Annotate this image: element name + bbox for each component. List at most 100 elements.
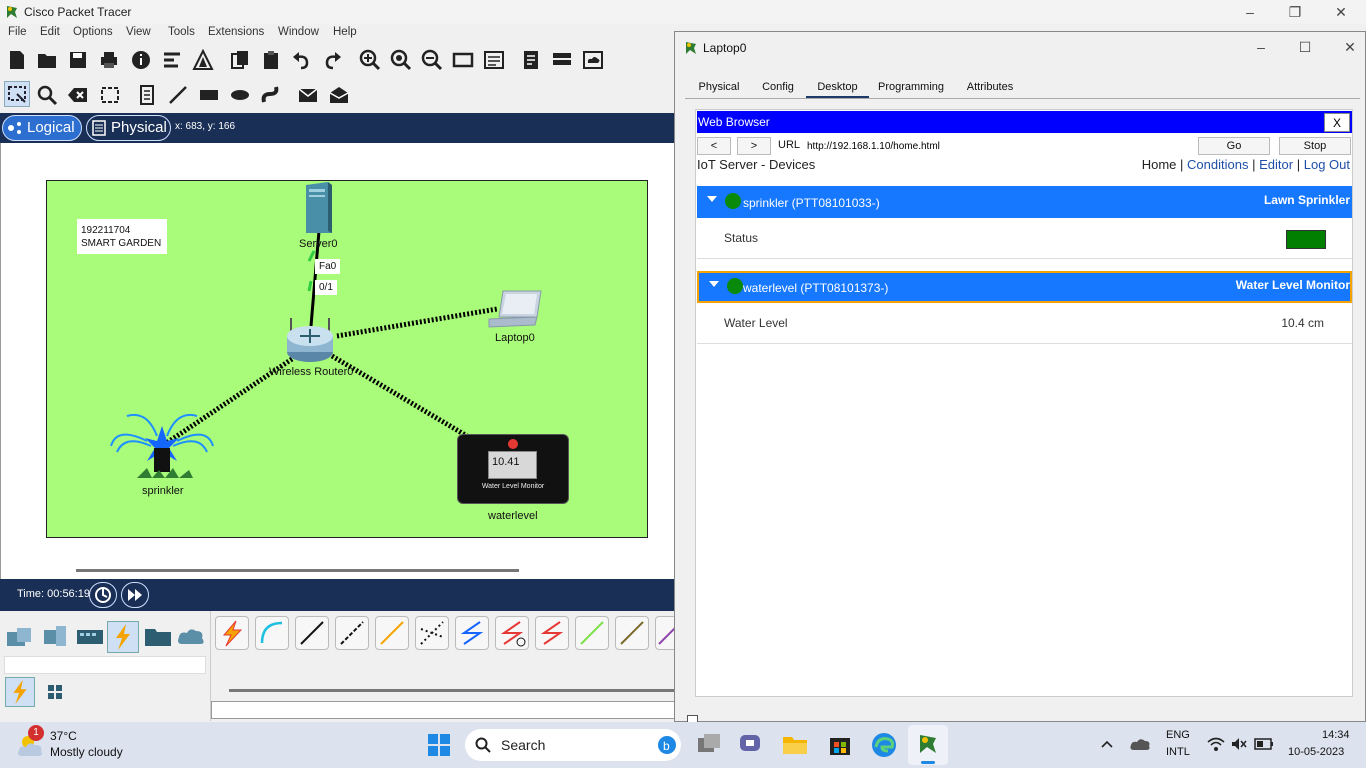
menu-view[interactable]: View [126, 26, 151, 38]
topology-note[interactable]: 192211704 SMART GARDEN [77, 219, 167, 254]
laptop-icon[interactable] [487, 289, 545, 329]
iot-custom-tile[interactable] [615, 616, 649, 650]
place-note-icon[interactable] [136, 84, 158, 106]
go-button[interactable]: Go [1198, 137, 1270, 155]
water-level-monitor[interactable]: 10.41 Water Level Monitor [457, 434, 569, 504]
input-language[interactable]: ENG [1166, 729, 1190, 741]
file-explorer-icon[interactable] [781, 731, 809, 757]
redo-icon[interactable] [321, 49, 343, 71]
expand-triangle-icon[interactable] [707, 196, 717, 202]
physical-mode-tab[interactable]: Physical [86, 115, 171, 141]
menu-help[interactable]: Help [333, 26, 357, 38]
copy-icon[interactable] [229, 49, 251, 71]
menu-file[interactable]: File [8, 26, 27, 38]
onedrive-cloud-icon[interactable] [1129, 736, 1151, 752]
device-search-field[interactable] [4, 656, 206, 674]
logical-mode-tab[interactable]: Logical [2, 115, 82, 141]
multiuser-cloud-icon[interactable] [176, 624, 206, 650]
workspace-horizontal-scrollbar[interactable] [76, 569, 519, 572]
end-devices-category-icon[interactable] [40, 624, 70, 650]
coaxial-tile[interactable] [455, 616, 489, 650]
draw-ellipse-icon[interactable] [229, 84, 251, 106]
draw-line-icon[interactable] [167, 84, 189, 106]
zoom-in-icon[interactable] [359, 49, 381, 71]
server-rack-icon[interactable] [551, 49, 573, 71]
power-cycle-button[interactable] [89, 582, 117, 608]
expand-triangle-icon[interactable] [709, 281, 719, 287]
url-input[interactable] [806, 137, 1191, 155]
menu-tools[interactable]: Tools [168, 26, 195, 38]
nav-conditions-link[interactable]: Conditions [1187, 157, 1248, 172]
server-icon[interactable] [302, 181, 336, 235]
menu-options[interactable]: Options [73, 26, 113, 38]
inspect-icon[interactable] [36, 84, 58, 106]
resize-icon[interactable] [99, 84, 121, 106]
tab-physical[interactable]: Physical [685, 77, 753, 99]
volume-muted-icon[interactable] [1230, 736, 1248, 752]
activity-wizard-icon[interactable] [192, 49, 214, 71]
select-tool-button[interactable] [4, 81, 30, 107]
custom-device-icon[interactable] [483, 49, 505, 71]
print-icon[interactable] [98, 49, 120, 71]
web-browser-close-button[interactable]: X [1324, 113, 1350, 132]
network-devices-category-icon[interactable] [5, 624, 35, 650]
straight-through-tile[interactable] [295, 616, 329, 650]
nav-logout-link[interactable]: Log Out [1304, 157, 1350, 172]
tab-config[interactable]: Config [753, 77, 803, 99]
tab-programming[interactable]: Programming [872, 77, 950, 99]
menu-edit[interactable]: Edit [40, 26, 60, 38]
network-info-icon[interactable] [161, 49, 183, 71]
keyboard-layout[interactable]: INTL [1166, 746, 1190, 758]
new-file-icon[interactable] [6, 49, 28, 71]
phone-tile[interactable] [415, 616, 449, 650]
smart-garden-area[interactable]: 192211704 SMART GARDEN Server0 Fa0 0/1 W… [46, 180, 648, 538]
task-view-icon[interactable] [696, 732, 722, 756]
sprinkler-icon[interactable] [107, 406, 217, 482]
clock-time[interactable]: 14:34 [1322, 729, 1350, 741]
edge-browser-icon[interactable] [870, 731, 898, 759]
laptop-close-button[interactable]: ✕ [1335, 37, 1365, 57]
undo-icon[interactable] [291, 49, 313, 71]
wifi-icon[interactable] [1207, 736, 1225, 752]
nav-home-link[interactable]: Home [1142, 157, 1177, 172]
close-button[interactable]: ✕ [1326, 2, 1356, 22]
chevron-up-icon[interactable] [1100, 738, 1114, 750]
battery-icon[interactable] [1254, 737, 1274, 751]
stop-button[interactable]: Stop [1279, 137, 1351, 155]
tiles-scrollbar[interactable] [229, 689, 681, 692]
delete-icon[interactable] [67, 84, 89, 106]
add-complex-pdu-icon[interactable] [328, 84, 350, 106]
octal-tile[interactable] [575, 616, 609, 650]
logical-workspace[interactable]: 192211704 SMART GARDEN Server0 Fa0 0/1 W… [0, 143, 680, 579]
windows-start-icon[interactable] [427, 733, 451, 757]
device-row-waterlevel[interactable]: waterlevel (PTT08101373-) Water Level Mo… [697, 271, 1352, 303]
cloud-screen-icon[interactable] [582, 49, 604, 71]
console-cable-tile[interactable] [255, 616, 289, 650]
connections-category-button[interactable] [107, 621, 139, 653]
save-icon[interactable] [67, 49, 89, 71]
serial-dte-tile[interactable] [535, 616, 569, 650]
teams-chat-icon[interactable] [738, 732, 764, 756]
fiber-tile[interactable] [375, 616, 409, 650]
connection-subtype-button[interactable] [5, 677, 35, 707]
maximize-button[interactable]: ❐ [1280, 2, 1310, 22]
sprinkler-status-toggle[interactable] [1286, 230, 1326, 249]
info-icon[interactable] [130, 49, 152, 71]
laptop-maximize-button[interactable]: ☐ [1290, 37, 1320, 57]
packet-tracer-taskbar-button[interactable] [908, 725, 948, 765]
clock-date[interactable]: 10-05-2023 [1288, 746, 1344, 758]
freeform-icon[interactable] [260, 84, 282, 106]
taskbar-search[interactable]: Search b [465, 729, 681, 761]
forward-button[interactable]: > [737, 137, 771, 155]
notes-icon[interactable] [520, 49, 542, 71]
serial-dce-tile[interactable] [495, 616, 529, 650]
add-simple-pdu-icon[interactable] [297, 84, 319, 106]
draw-rectangle-icon[interactable] [198, 84, 220, 106]
wireless-router-icon[interactable] [283, 316, 339, 364]
fast-forward-button[interactable] [121, 582, 149, 608]
open-folder-icon[interactable] [36, 49, 58, 71]
device-row-sprinkler[interactable]: sprinkler (PTT08101033-) Lawn Sprinkler [697, 186, 1352, 218]
menu-window[interactable]: Window [278, 26, 319, 38]
auto-connection-tile[interactable] [215, 616, 249, 650]
paste-icon[interactable] [260, 49, 282, 71]
